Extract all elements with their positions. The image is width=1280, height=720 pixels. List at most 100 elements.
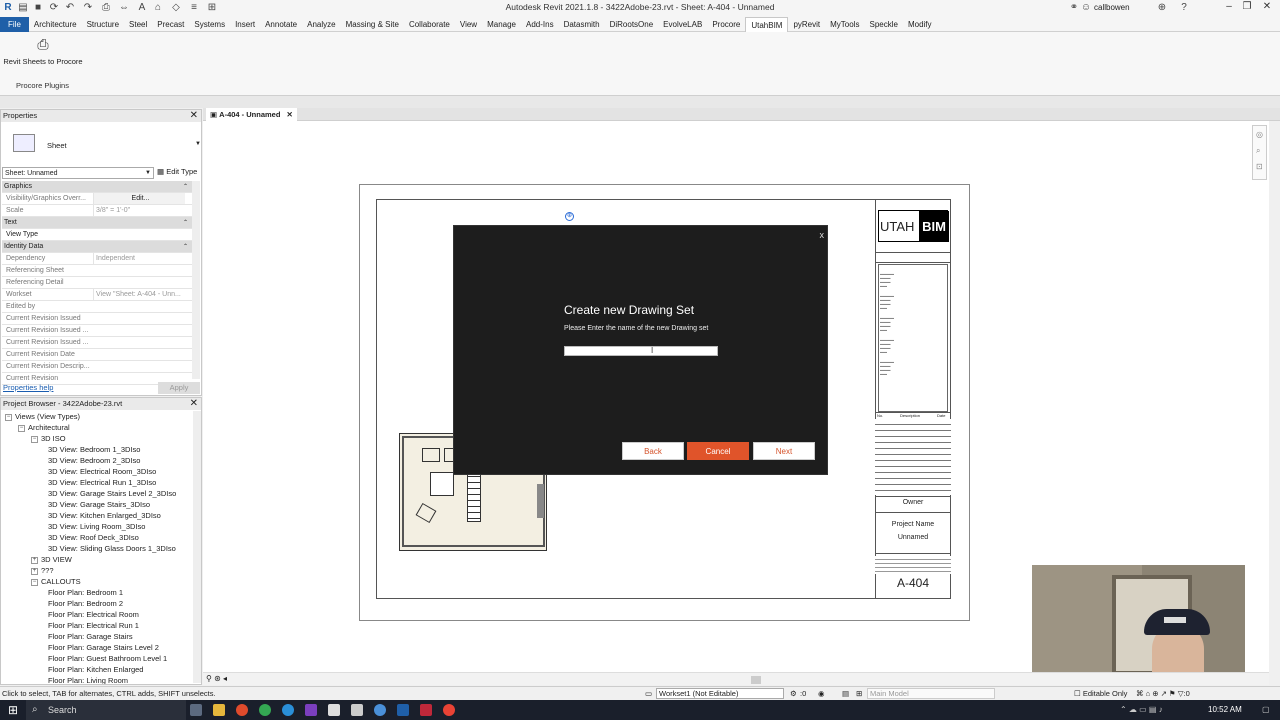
help-icon[interactable]: ? (1178, 2, 1190, 14)
properties-help-link[interactable]: Properties help (3, 383, 53, 392)
visual-studio-icon[interactable] (305, 704, 317, 716)
view-control-icon[interactable]: ⚲ ⊛ ◂ (206, 674, 227, 683)
design-option-dropdown[interactable]: Main Model (867, 688, 995, 699)
browser-item[interactable]: Floor Plan: Guest Bathroom Level 1 (1, 653, 193, 664)
tab-insert[interactable]: Insert (230, 17, 260, 32)
app-t2-icon[interactable] (351, 704, 363, 716)
collapse-icon[interactable]: − (31, 578, 38, 586)
steering-wheel-icon[interactable]: ◎ (1256, 130, 1263, 139)
property-row[interactable]: Scale 3/8" = 1'-0" (2, 205, 192, 217)
username[interactable]: callbowen (1094, 3, 1130, 12)
tab-file[interactable]: File (0, 17, 29, 32)
property-row[interactable]: Current Revision Issued ... (2, 325, 192, 337)
chevron-down-icon[interactable]: ▼ (195, 141, 201, 147)
editable-only-checkbox[interactable]: ☐ Editable Only (1074, 687, 1127, 701)
property-row[interactable]: Edited by (2, 301, 192, 313)
revit-sheets-to-procore-button[interactable]: ⎙ Revit Sheets to Procore (3, 36, 83, 76)
chrome-icon[interactable] (259, 704, 271, 716)
zoom-icon[interactable]: ⌕ (1256, 146, 1260, 156)
app-t-icon[interactable] (328, 704, 340, 716)
property-row[interactable]: Dependency Independent (2, 253, 192, 265)
close-icon[interactable]: x (820, 230, 825, 240)
tab-speckle[interactable]: Speckle (864, 17, 902, 32)
tab-pyrevit[interactable]: pyRevit (788, 17, 825, 32)
tab-collaborate[interactable]: Collaborate (404, 17, 455, 32)
tab-steel[interactable]: Steel (124, 17, 152, 32)
notification-icon[interactable]: ▢ (1262, 705, 1270, 714)
tab-dirootsone[interactable]: DiRootsOne (605, 17, 659, 32)
firefox-icon[interactable] (236, 704, 248, 716)
browser-item[interactable]: 3D View: Electrical Run 1_3DIso (1, 477, 193, 488)
chrome-alt-icon[interactable] (374, 704, 386, 716)
tab-massing-site[interactable]: Massing & Site (341, 17, 404, 32)
taskbar-search[interactable]: Search (26, 700, 186, 720)
tab-utahbim[interactable]: UtahBIM (745, 17, 789, 32)
tab-add-ins[interactable]: Add-Ins (521, 17, 559, 32)
property-row[interactable]: Current Revision Issued (2, 313, 192, 325)
canvas-view-control-bar[interactable]: ⚲ ⊛ ◂ (203, 672, 1269, 685)
property-row[interactable]: Visibility/Graphics Overr... Edit... (2, 193, 192, 205)
binoculars-icon[interactable]: ⚭ (1068, 2, 1080, 14)
property-row[interactable]: Referencing Sheet (2, 265, 192, 277)
expand-icon[interactable]: + (31, 567, 38, 575)
property-group[interactable]: Text ⌃ (2, 217, 192, 229)
view-marker-icon[interactable]: ⊕ (565, 212, 574, 221)
selection-options-icon[interactable]: ⌘ ⌂ ⊕ ↗ ⚑ ▽:0 (1136, 687, 1190, 701)
property-row[interactable]: Current Revision Descrip... (2, 361, 192, 373)
property-row[interactable]: Workset View "Sheet: A-404 - Unn... (2, 289, 192, 301)
close-icon[interactable]: ✕ (287, 110, 293, 119)
tab-mytools[interactable]: MyTools (825, 17, 864, 32)
user-icon[interactable]: ☺ (1080, 2, 1092, 14)
property-group[interactable]: Graphics ⌃ (2, 181, 192, 193)
navigation-bar[interactable]: ◎ ⌕ ⊡ (1252, 125, 1267, 180)
tab-manage[interactable]: Manage (482, 17, 521, 32)
collapse-icon[interactable]: − (31, 435, 38, 443)
cart-icon[interactable]: ⊕ (1156, 2, 1168, 14)
cancel-button[interactable]: Cancel (687, 442, 749, 460)
type-selector[interactable]: Sheet ▼ (1, 123, 201, 163)
next-button[interactable]: Next (753, 442, 815, 460)
file-explorer-icon[interactable] (213, 704, 225, 716)
windows-start-icon[interactable]: ⊞ (8, 703, 18, 717)
browser-item[interactable]: Floor Plan: Bedroom 2 (1, 598, 193, 609)
collapse-icon[interactable]: − (18, 424, 25, 432)
browser-item[interactable]: −3D ISO (1, 433, 193, 444)
tray-icons[interactable]: ⌃ ☁ ▭ ▤ ♪ (1120, 705, 1163, 714)
tab-systems[interactable]: Systems (189, 17, 230, 32)
browser-item[interactable]: 3D View: Roof Deck_3DIso (1, 532, 193, 543)
close-window-icon[interactable]: ✕ (1260, 1, 1274, 12)
browser-item[interactable]: − Views (View Types) (1, 411, 193, 422)
property-row[interactable]: Current Revision Date (2, 349, 192, 361)
drawing-set-name-input[interactable]: I (564, 346, 718, 356)
filter-icon[interactable]: ◉ (818, 687, 825, 701)
horizontal-scroll-thumb[interactable] (751, 676, 761, 684)
browser-item[interactable]: 3D View: Garage Stairs_3DIso (1, 499, 193, 510)
browser-item[interactable]: − CALLOUTS (1, 576, 193, 587)
tab-precast[interactable]: Precast (152, 17, 189, 32)
revit-alt-icon[interactable] (420, 704, 432, 716)
property-group[interactable]: Identity Data ⌃ (2, 241, 192, 253)
browser-item[interactable]: Floor Plan: Garage Stairs Level 2 (1, 642, 193, 653)
view-tab-a404[interactable]: ▣ A-404 - Unnamed ✕ (206, 108, 297, 121)
zoom-region-icon[interactable]: ⊡ (1256, 162, 1263, 171)
property-row[interactable]: Current Revision Issued ... (2, 337, 192, 349)
tab-analyze[interactable]: Analyze (302, 17, 340, 32)
edit-button[interactable]: Edit... (93, 193, 185, 204)
close-icon[interactable]: ✕ (190, 110, 198, 122)
browser-item[interactable]: 3D View: Garage Stairs Level 2_3DIso (1, 488, 193, 499)
chrome-red-icon[interactable] (443, 704, 455, 716)
edge-icon[interactable] (282, 704, 294, 716)
design-options-icon[interactable]: ▤ (842, 687, 849, 701)
close-icon[interactable]: ✕ (190, 398, 198, 410)
back-button[interactable]: Back (622, 442, 684, 460)
tab-view[interactable]: View (455, 17, 482, 32)
properties-scrollbar[interactable] (192, 181, 200, 379)
collapse-icon[interactable]: ⌃ (183, 217, 188, 228)
collapse-icon[interactable]: ⌃ (183, 241, 188, 252)
browser-item[interactable]: 3D View: Kitchen Enlarged_3DIso (1, 510, 193, 521)
browser-item[interactable]: Floor Plan: Kitchen Enlarged (1, 664, 193, 675)
browser-item[interactable]: 3D View: Bedroom 2_3DIso (1, 455, 193, 466)
browser-item[interactable]: Floor Plan: Electrical Room (1, 609, 193, 620)
tab-structure[interactable]: Structure (82, 17, 124, 32)
workset-dropdown[interactable]: Workset1 (Not Editable) (656, 688, 784, 699)
